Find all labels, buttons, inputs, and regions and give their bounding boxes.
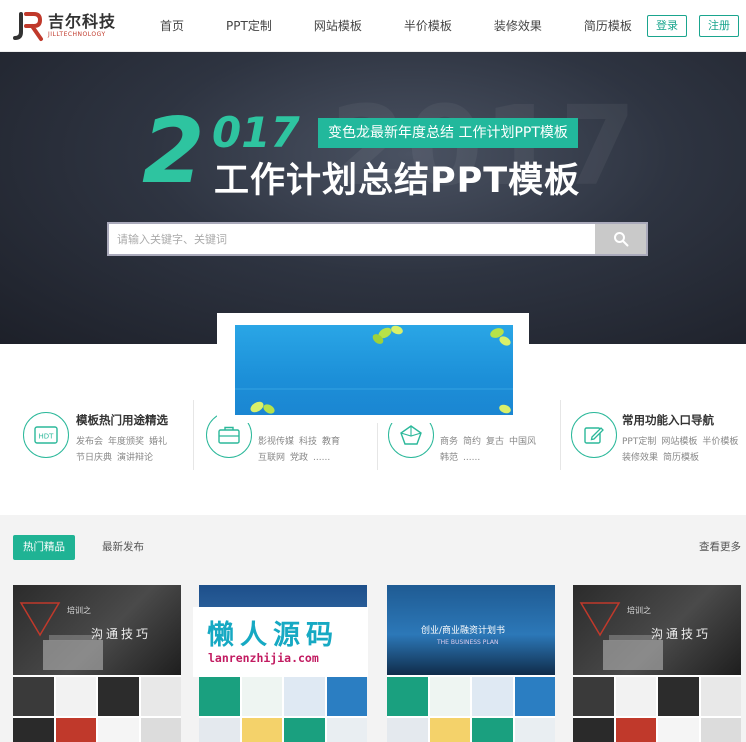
feature-link[interactable]: 简历模板 [663,453,699,463]
search-button[interactable] [595,224,646,254]
feature-divider [193,400,194,470]
main-menu: 首页 PPT定制 网站模板 半价模板 装修效果 简历模板 [160,0,674,52]
template-card[interactable]: 培训之 沟通技巧 [573,585,741,742]
card-subtitle: THE BUSINESS PLAN [437,639,499,646]
feature-title: 模板热门用途精选 [76,413,168,427]
top-nav: 吉尔科技 JILLTECHNOLOGY 首页 PPT定制 网站模板 半价模板 装… [0,0,746,52]
card-preview-grid [387,677,555,742]
feature-link[interactable]: 互联网 [258,453,285,463]
card-thumbnail: 创业/商业融资计划书 THE BUSINESS PLAN [387,585,555,675]
logo-name-en: JILLTECHNOLOGY [48,31,106,38]
feature-divider [560,400,561,470]
card-title: 创业/商业融资计划书 [421,626,506,636]
feature-link[interactable]: 党政 [290,453,308,463]
feature-link[interactable]: 韩范 [440,453,458,463]
nav-item-home[interactable]: 首页 [160,0,184,52]
feature-title: 常用功能入口导航 [622,413,714,427]
feature-link[interactable]: 年度颁奖 [108,437,144,447]
feature-link[interactable]: 中国风 [509,437,536,447]
card-title: 沟通技巧 [91,627,152,641]
card-preview-grid [573,677,741,742]
feature-links: PPT定制 网站模板 半价模板装修效果 简历模板 [622,434,744,466]
feature-link[interactable]: 影视传媒 [258,437,294,447]
watermark-url: lanrenzhijia.com [208,651,319,665]
ad-overlay-image[interactable] [235,325,513,415]
logo-name-cn: 吉尔科技 [48,12,117,31]
view-more-link[interactable]: 查看更多 [699,535,741,560]
login-button[interactable]: 登录 [647,15,687,37]
nav-item-decoration[interactable]: 装修效果 [494,0,542,52]
hero-year-2: 2 [142,99,205,204]
feature-link[interactable]: 半价模板 [702,437,738,447]
nav-item-resume[interactable]: 简历模板 [584,0,632,52]
feature-links: 商务 简约 复古 中国风韩范...... [440,434,556,466]
nav-item-ppt-custom[interactable]: PPT定制 [226,0,272,52]
hdt-icon: HDT [23,412,69,458]
templates-section: 热门精品 最新发布 查看更多 培训之 沟通技巧 创业/商业融资计划书 THE B… [0,515,746,742]
page: 吉尔科技 JILLTECHNOLOGY 首页 PPT定制 网站模板 半价模板 装… [0,0,746,742]
feature-link[interactable]: 装修效果 [622,453,658,463]
feature-popular-uses[interactable]: HDT 模板热门用途精选 发布会 年度颁奖 婚礼节日庆典 演讲辩论 [0,392,190,472]
feature-link[interactable]: 简约 [463,437,481,447]
feature-link[interactable]: PPT定制 [622,437,656,447]
edit-icon [571,412,617,458]
watermark: 懒人源码 lanrenzhijia.com [193,607,368,677]
card-subtitle: 培训之 [627,606,651,615]
template-card[interactable]: 培训之 沟通技巧 [13,585,181,742]
template-card[interactable]: 创业/商业融资计划书 THE BUSINESS PLAN [387,585,555,742]
register-button[interactable]: 注册 [699,15,739,37]
feature-link[interactable]: 教育 [322,437,340,447]
hero-year-017: 017 [212,108,300,157]
feature-link[interactable]: 科技 [299,437,317,447]
card-title: 沟通技巧 [651,627,712,641]
card-subtitle: 培训之 [67,606,91,615]
svg-text:HDT: HDT [39,433,55,441]
search-icon [613,232,628,247]
card-preview-grid [13,677,181,742]
hero-tag: 变色龙最新年度总结 工作计划PPT模板 [318,118,578,148]
feature-link[interactable]: 演讲辩论 [117,453,153,463]
feature-link[interactable]: 发布会 [76,437,103,447]
logo-mark-icon [12,10,44,42]
card-preview-grid [199,677,367,742]
card-thumbnail: 培训之 沟通技巧 [573,585,741,675]
nav-item-website-templates[interactable]: 网站模板 [314,0,362,52]
feature-link[interactable]: ...... [313,453,330,463]
card-thumbnail: 培训之 沟通技巧 [13,585,181,675]
search-bar [107,222,648,256]
nav-item-half-price[interactable]: 半价模板 [404,0,452,52]
feature-link[interactable]: 商务 [440,437,458,447]
feature-link[interactable]: 婚礼 [149,437,167,447]
feature-link[interactable]: 节日庆典 [76,453,112,463]
feature-links: 影视传媒 科技 教育互联网 党政...... [258,434,372,466]
watermark-text: 懒人源码 [207,620,339,651]
feature-links: 发布会 年度颁奖 婚礼节日庆典 演讲辩论 [76,434,184,466]
feature-link[interactable]: ...... [463,453,480,463]
hero-title: 工作计划总结PPT模板 [214,161,581,201]
search-input[interactable] [109,224,595,254]
logo[interactable]: 吉尔科技 JILLTECHNOLOGY [12,10,116,42]
feature-link[interactable]: 复古 [486,437,504,447]
hero-banner: 2017 2 017 变色龙最新年度总结 工作计划PPT模板 工作计划总结PPT… [0,52,746,344]
feature-link[interactable]: 网站模板 [661,437,697,447]
tab-hot[interactable]: 热门精品 [13,535,75,560]
tab-latest[interactable]: 最新发布 [102,535,144,560]
feature-quick-nav[interactable]: 常用功能入口导航 PPT定制 网站模板 半价模板装修效果 简历模板 [563,392,746,472]
